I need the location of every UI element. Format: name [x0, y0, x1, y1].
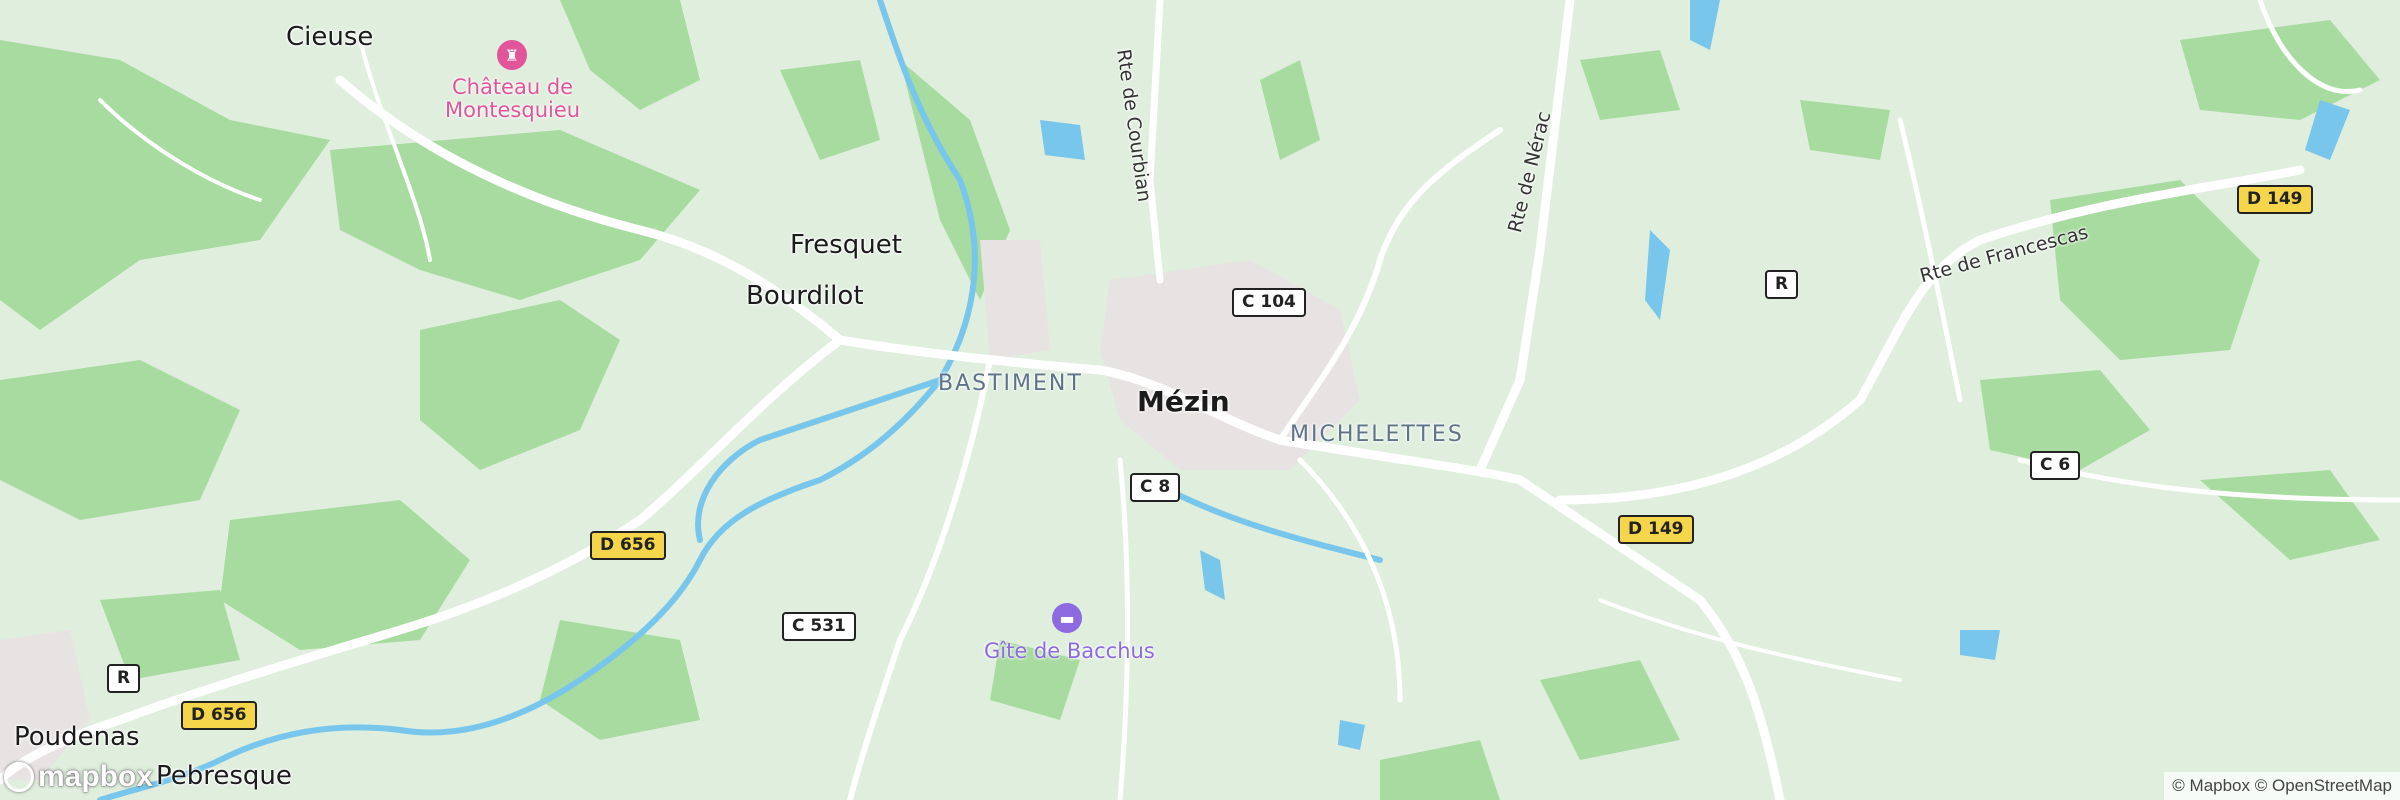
mapbox-logo-text: mapbox [38, 760, 154, 793]
poi-label-gite[interactable]: Gîte de Bacchus [984, 641, 1155, 662]
mapbox-logo-icon [4, 762, 34, 792]
poi-chateau-line2: Montesquieu [445, 98, 581, 122]
road-shield-d149-mid: D 149 [1618, 515, 1694, 544]
road-shield-d656-low: D 656 [181, 701, 257, 730]
road-shield-c104: C 104 [1232, 288, 1306, 317]
mapbox-logo[interactable]: mapbox [4, 760, 153, 794]
district-label-bastiment: BASTIMENT [938, 371, 1083, 396]
poi-chateau-line1: Château de [451, 75, 574, 99]
map-canvas[interactable]: Cieuse Fresquet Bourdilot Mézin Poudenas… [0, 0, 2400, 800]
road-shield-c8: C 8 [1130, 473, 1181, 502]
road-shield-d149-top: D 149 [2237, 185, 2313, 214]
road-shield-c531: C 531 [782, 612, 856, 641]
place-label-mezin: Mézin [1137, 385, 1230, 418]
place-label-cieuse: Cieuse [286, 22, 374, 52]
district-label-michelettes: MICHELETTES [1290, 422, 1464, 447]
road-shield-d656-mid: D 656 [590, 531, 666, 560]
map-attribution[interactable]: © Mapbox © OpenStreetMap [2164, 772, 2400, 800]
road-shield-r-right: R [1765, 270, 1799, 299]
road-shield-r-left: R [107, 664, 141, 693]
poi-label-chateau[interactable]: Château de Montesquieu [445, 77, 580, 121]
place-label-bourdilot: Bourdilot [746, 281, 864, 311]
road-shield-c6: C 6 [2030, 451, 2081, 480]
bed-icon[interactable]: ▬ [1052, 603, 1082, 633]
castle-icon[interactable]: ♜ [497, 40, 527, 70]
place-label-pebresque: Pebresque [156, 761, 292, 791]
place-label-fresquet: Fresquet [790, 230, 902, 260]
place-label-poudenas: Poudenas [14, 722, 140, 752]
